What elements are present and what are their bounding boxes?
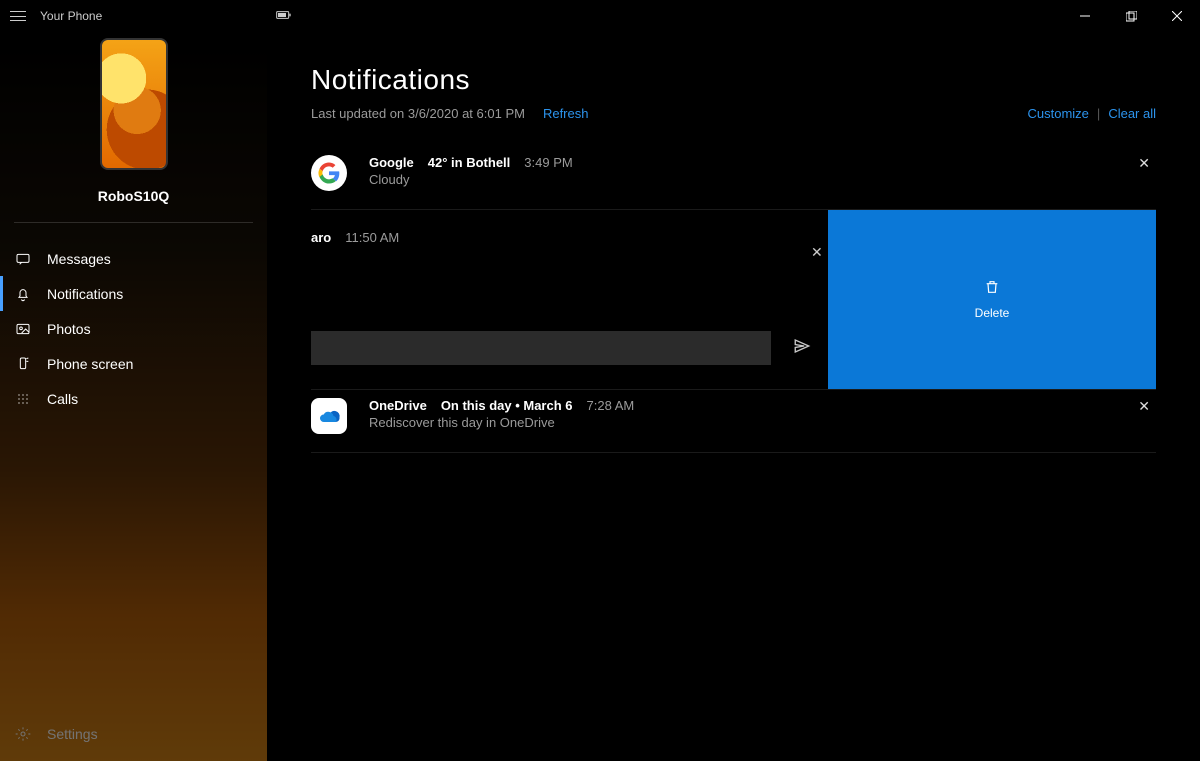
refresh-link[interactable]: Refresh [543,106,589,121]
dismiss-notification-button[interactable]: ✕ [1132,398,1156,415]
title-bar: Your Phone [0,0,1200,32]
onedrive-icon [311,398,347,434]
trash-icon [984,279,1000,298]
notification-item[interactable]: Google 42° in Bothell 3:49 PM Cloudy ✕ [311,147,1156,210]
separator: | [1097,106,1100,121]
dismiss-notification-button[interactable]: ✕ [811,244,823,261]
reply-input[interactable] [311,331,771,365]
close-button[interactable] [1154,0,1200,32]
sidebar: RoboS10Q Messages Notifications Photos P… [0,32,267,761]
hamburger-icon[interactable] [10,11,26,21]
sidebar-item-label: Phone screen [47,356,133,372]
device-thumbnail[interactable] [100,38,168,170]
battery-icon [276,7,292,26]
notification-subtitle: Rediscover this day in OneDrive [369,415,1132,430]
phone-screen-icon [14,356,32,372]
sidebar-item-label: Notifications [47,286,123,302]
minimize-button[interactable] [1062,0,1108,32]
delete-panel[interactable]: Delete [828,210,1156,389]
sidebar-item-calls[interactable]: Calls [0,381,267,416]
notification-time: 7:28 AM [587,398,635,413]
last-updated-text: Last updated on 3/6/2020 at 6:01 PM [311,106,525,121]
clear-all-link[interactable]: Clear all [1108,106,1156,121]
page-title: Notifications [311,64,1156,96]
photos-icon [14,321,32,337]
window-title: Your Phone [40,9,102,23]
notification-item[interactable]: OneDrive On this day • March 6 7:28 AM R… [311,390,1156,453]
gear-icon [14,726,32,742]
sidebar-item-photos[interactable]: Photos [0,311,267,346]
messages-icon [14,251,32,267]
sidebar-item-label: Photos [47,321,91,337]
sidebar-item-label: Calls [47,391,78,407]
dialpad-icon [14,391,32,407]
sidebar-item-messages[interactable]: Messages [0,241,267,276]
notification-app-name: OneDrive [369,398,427,413]
sidebar-divider [14,222,253,223]
notification-subtitle: Cloudy [369,172,1132,187]
sidebar-item-phone-screen[interactable]: Phone screen [0,346,267,381]
notification-title: 42° in Bothell [428,155,511,170]
device-name: RoboS10Q [0,188,267,204]
send-icon[interactable] [793,337,811,360]
sidebar-item-label: Messages [47,251,111,267]
notification-item-swiped[interactable]: aro 11:50 AM ✕ Delete [311,210,1156,390]
bell-icon [14,286,32,302]
notification-time: 3:49 PM [524,155,572,170]
sidebar-item-label: Settings [47,726,98,742]
google-icon [311,155,347,191]
content-area: Notifications Last updated on 3/6/2020 a… [267,32,1200,761]
notification-app-name: aro [311,230,331,245]
notification-app-name: Google [369,155,414,170]
notification-time: 11:50 AM [345,230,399,245]
sidebar-item-notifications[interactable]: Notifications [0,276,267,311]
customize-link[interactable]: Customize [1028,106,1089,121]
notification-title: On this day • March 6 [441,398,573,413]
sidebar-item-settings[interactable]: Settings [0,716,267,751]
dismiss-notification-button[interactable]: ✕ [1132,155,1156,172]
delete-label: Delete [975,306,1010,320]
maximize-button[interactable] [1108,0,1154,32]
